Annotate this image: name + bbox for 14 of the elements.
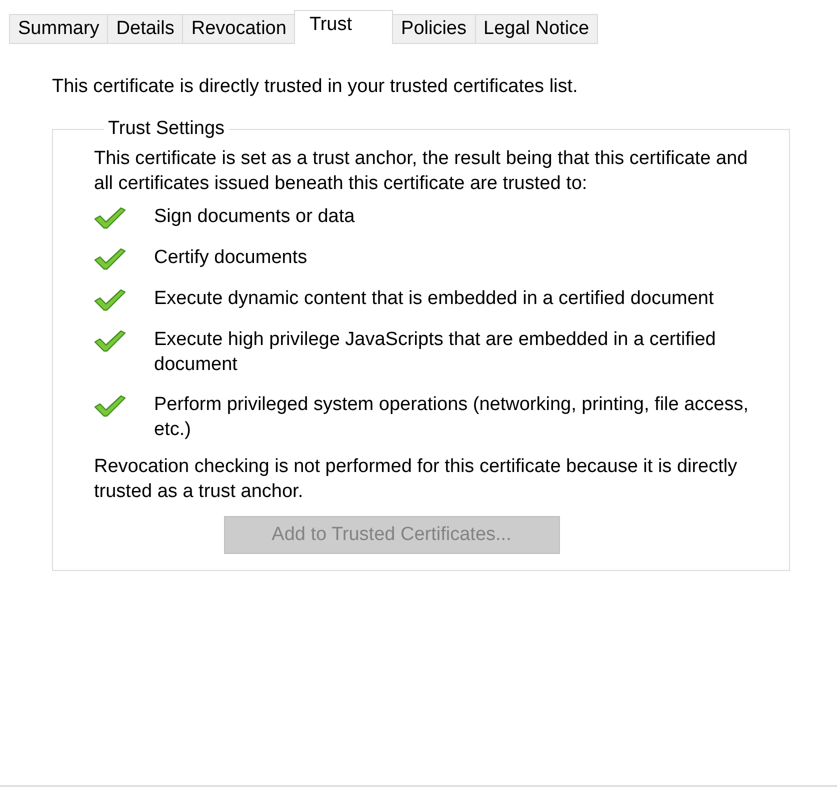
group-title: Trust Settings <box>107 118 226 140</box>
trust-status-text: This certificate is directly trusted in your trusted certificates list. <box>52 75 579 99</box>
tab[interactable]: Revocation <box>182 14 296 44</box>
permission-label: Certify documents <box>154 246 308 270</box>
permission-label: Sign documents or data <box>154 205 355 229</box>
permission-label: Execute high privilege JavaScripts that are embedded in a certified document <box>154 328 717 377</box>
tab[interactable]: Legal Notice <box>474 14 598 44</box>
permission-label: Perform privileged system operations (networking, printing, file access, etc.) <box>154 393 749 442</box>
description-text: This certificate is set as a trust anchor, the result being that this certificate and all certificates issued beneath this certificate are trusted to: <box>94 147 749 196</box>
tab[interactable]: Summary <box>9 14 108 44</box>
tab[interactable]: Policies <box>392 14 476 44</box>
revocation-note: Revocation checking is not performed for this certificate because it is directly trusted as a trust anchor. <box>94 455 738 504</box>
permission-label: Execute dynamic content that is embedded in a certified document <box>154 287 714 311</box>
tab[interactable]: Details <box>107 14 184 44</box>
